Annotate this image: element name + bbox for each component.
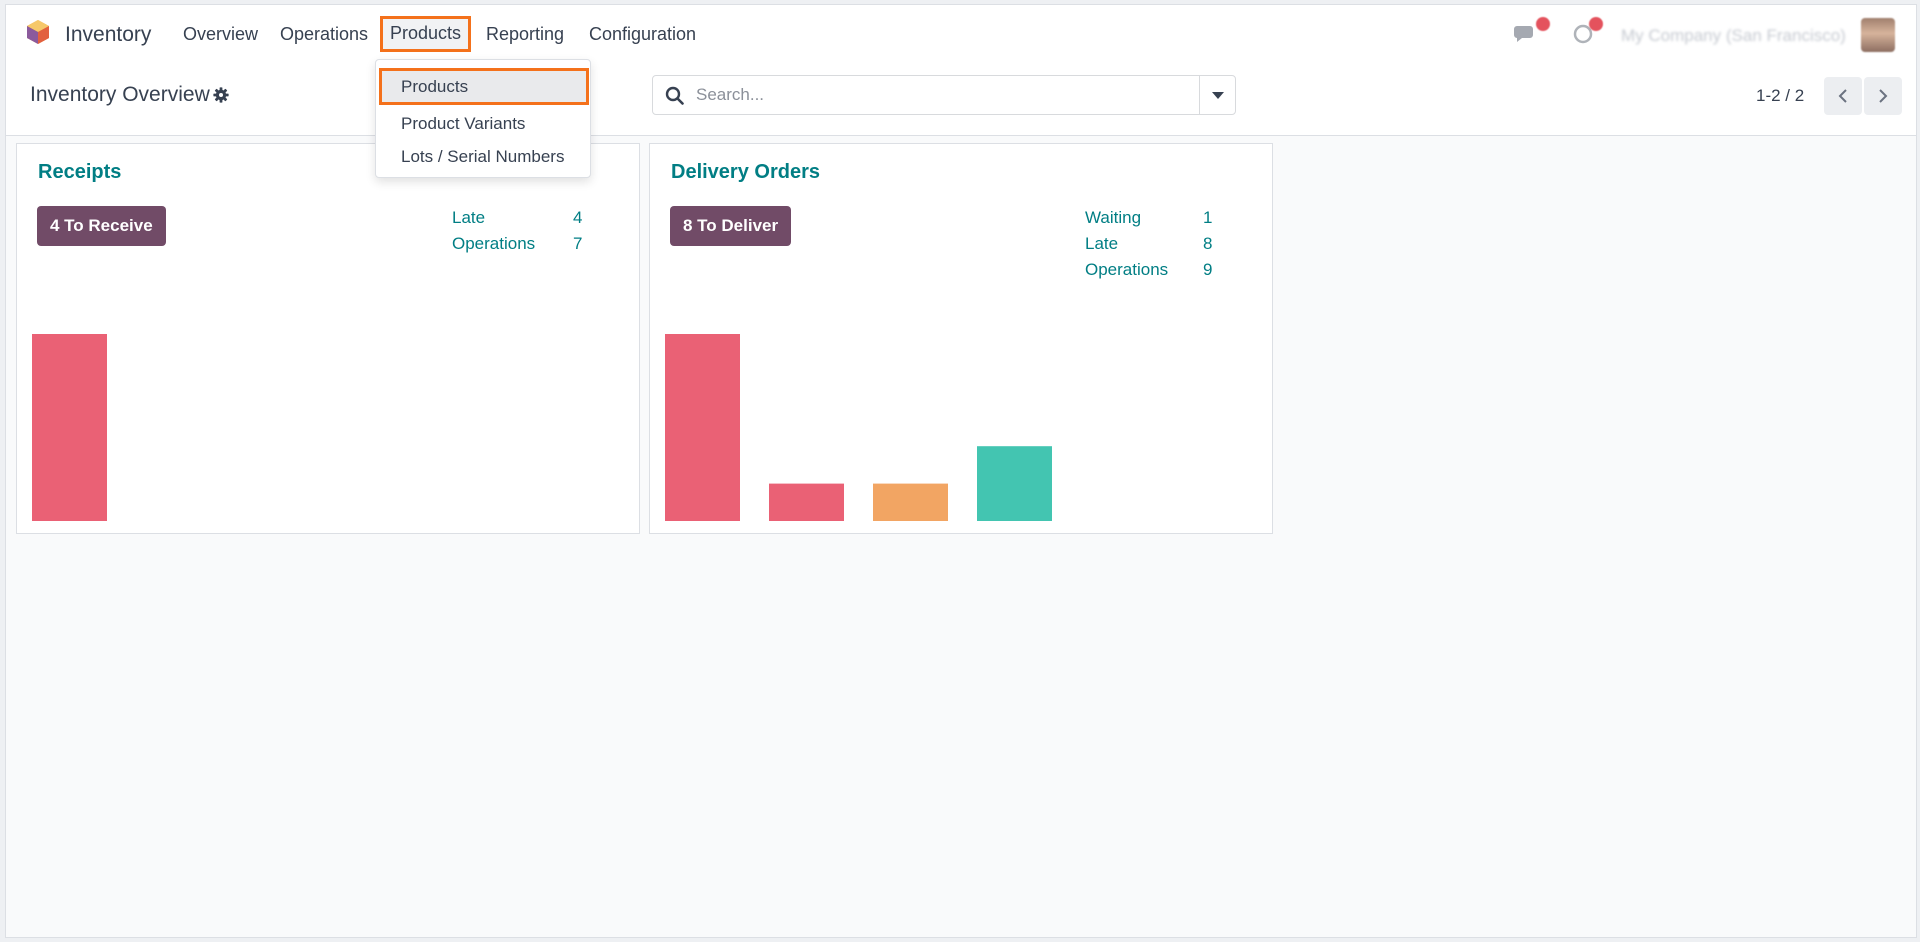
company-switcher[interactable]: My Company (San Francisco) [1621, 26, 1846, 46]
to-deliver-button[interactable]: 8 To Deliver [670, 206, 792, 246]
card-title[interactable]: Receipts [38, 161, 121, 184]
search-input[interactable] [696, 76, 1176, 114]
gear-icon[interactable] [213, 87, 229, 103]
card-title[interactable]: Delivery Orders [671, 161, 820, 184]
stat-operations-value[interactable]: 9 [1203, 260, 1212, 280]
delivery-orders-card: Delivery Orders 8 To Deliver Waiting 1 L… [649, 143, 1273, 534]
pager-previous-button[interactable] [1824, 77, 1862, 115]
stat-waiting-value[interactable]: 1 [1203, 208, 1212, 228]
products-dropdown-menu: Products Product Variants Lots / Serial … [375, 59, 591, 178]
stat-late-value[interactable]: 8 [1203, 234, 1212, 254]
chevron-left-icon [1838, 89, 1847, 103]
dropdown-item-product-variants[interactable]: Product Variants [376, 107, 590, 141]
stat-late-label[interactable]: Late [452, 208, 485, 228]
chevron-right-icon [1879, 89, 1888, 103]
delivery-bar-chart[interactable] [662, 329, 1262, 523]
menu-operations[interactable]: Operations [280, 24, 368, 45]
dropdown-item-products[interactable]: Products [379, 68, 589, 105]
chat-badge [1536, 17, 1550, 31]
app-window: Inventory Overview Operations Products R… [5, 4, 1917, 938]
user-avatar[interactable] [1861, 18, 1895, 52]
search-options-toggle[interactable] [1199, 76, 1235, 114]
stat-waiting-label[interactable]: Waiting [1085, 208, 1141, 228]
chart-bar[interactable] [769, 483, 844, 521]
page-title: Inventory Overview [30, 83, 210, 106]
menu-configuration[interactable]: Configuration [589, 24, 696, 45]
stat-operations-label[interactable]: Operations [1085, 260, 1168, 280]
activity-badge [1589, 17, 1603, 31]
top-navbar: Inventory Overview Operations Products R… [6, 5, 1916, 63]
menu-overview[interactable]: Overview [183, 24, 258, 45]
stat-operations-label[interactable]: Operations [452, 234, 535, 254]
chat-icon[interactable] [1514, 22, 1538, 44]
pager-value[interactable]: 1-2 / 2 [1756, 86, 1804, 106]
dropdown-item-lots-serial-numbers[interactable]: Lots / Serial Numbers [376, 140, 590, 174]
receipts-bar-chart[interactable] [29, 329, 629, 523]
search-bar [652, 75, 1236, 115]
app-name[interactable]: Inventory [65, 23, 151, 47]
chart-bar[interactable] [977, 446, 1052, 521]
caret-down-icon [1211, 91, 1224, 99]
stat-late-label[interactable]: Late [1085, 234, 1118, 254]
chart-bar[interactable] [873, 483, 948, 521]
stat-late-value[interactable]: 4 [573, 208, 582, 228]
search-icon [665, 86, 684, 105]
pager-next-button[interactable] [1864, 77, 1902, 115]
stat-operations-value[interactable]: 7 [573, 234, 582, 254]
control-panel: Inventory Overview Search... 1-2 / 2 [6, 63, 1916, 136]
inventory-app-icon[interactable] [26, 19, 50, 45]
menu-products[interactable]: Products [380, 16, 472, 52]
chart-bar[interactable] [32, 334, 107, 521]
to-receive-button[interactable]: 4 To Receive [37, 206, 166, 246]
chart-bar[interactable] [665, 334, 740, 521]
menu-reporting[interactable]: Reporting [486, 24, 564, 45]
receipts-card: Receipts 4 To Receive Late 4 Operations … [16, 143, 640, 534]
